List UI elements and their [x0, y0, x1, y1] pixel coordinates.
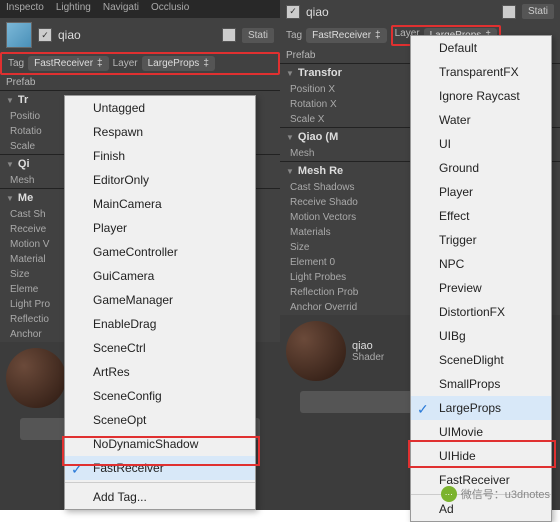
layer-menu-item[interactable]: Preview [411, 276, 551, 300]
check-icon: ✓ [417, 401, 429, 418]
layer-menu-item[interactable]: Trigger [411, 228, 551, 252]
layer-menu-item[interactable]: SceneDlight [411, 348, 551, 372]
tag-menu-item[interactable]: ArtRes [65, 360, 255, 384]
layer-menu-item[interactable]: Effect [411, 204, 551, 228]
layer-menu-item[interactable]: UIBg [411, 324, 551, 348]
material-preview [286, 321, 346, 381]
tag-menu: UntaggedRespawnFinishEditorOnlyMainCamer… [64, 95, 256, 510]
material-preview [6, 348, 66, 408]
tab-inspector[interactable]: Inspecto [0, 0, 50, 18]
tag-menu-item[interactable]: GameManager [65, 288, 255, 312]
layer-menu-item[interactable]: UI [411, 132, 551, 156]
tab-row: Inspecto Lighting Navigati Occlusio [0, 0, 280, 18]
object-header: ✓ qiao Stati [280, 0, 560, 23]
layer-menu-item[interactable]: Player [411, 180, 551, 204]
tag-menu-item[interactable]: Respawn [65, 120, 255, 144]
layer-menu: DefaultTransparentFXIgnore RaycastWaterU… [410, 35, 552, 522]
wechat-icon: ⋯ [441, 486, 457, 502]
tag-dropdown[interactable]: FastReceiver‡ [28, 56, 108, 71]
object-header: ✓ qiao Stati [0, 18, 280, 52]
chevron-down-icon: ‡ [97, 58, 103, 69]
tag-label: Tag [286, 30, 302, 41]
layer-menu-item[interactable]: SmallProps [411, 372, 551, 396]
prefab-label: Prefab [286, 50, 315, 61]
tag-menu-item[interactable]: EnableDrag [65, 312, 255, 336]
chevron-down-icon: ‡ [375, 30, 381, 41]
tag-dropdown[interactable]: FastReceiver‡ [306, 28, 386, 43]
gameobject-icon [6, 22, 32, 48]
right-inspector-panel: ✓ qiao Stati Tag FastReceiver‡ Layer Lar… [280, 0, 560, 510]
tag-menu-item[interactable]: GameController [65, 240, 255, 264]
tab-lighting[interactable]: Lighting [50, 0, 97, 18]
static-dropdown[interactable]: Stati [522, 4, 554, 19]
shader-label[interactable]: Shader [352, 352, 384, 363]
static-checkbox[interactable] [502, 5, 516, 19]
layer-menu-item[interactable]: UIMovie [411, 420, 551, 444]
add-tag-item[interactable]: Add Tag... [65, 485, 255, 509]
tag-menu-item[interactable]: Finish [65, 144, 255, 168]
layer-menu-item[interactable]: Ground [411, 156, 551, 180]
layer-menu-item[interactable]: TransparentFX [411, 60, 551, 84]
layer-menu-item[interactable]: ✓LargeProps [411, 396, 551, 420]
prefab-label: Prefab [6, 77, 35, 88]
static-checkbox[interactable] [222, 28, 236, 42]
tag-menu-item[interactable]: MainCamera [65, 192, 255, 216]
check-icon: ✓ [71, 461, 83, 478]
layer-menu-item[interactable]: DistortionFX [411, 300, 551, 324]
layer-menu-item[interactable]: Water [411, 108, 551, 132]
tag-menu-item[interactable]: NoDynamicShadow [65, 432, 255, 456]
layer-menu-item[interactable]: NPC [411, 252, 551, 276]
tag-label: Tag [8, 58, 24, 69]
layer-menu-item[interactable]: Default [411, 36, 551, 60]
tag-layer-row: Tag FastReceiver‡ Layer LargeProps‡ [0, 52, 280, 75]
tag-menu-item[interactable]: SceneOpt [65, 408, 255, 432]
prefab-row: Prefab [0, 75, 280, 90]
tag-menu-item[interactable]: SceneCtrl [65, 336, 255, 360]
object-name[interactable]: qiao [58, 28, 216, 42]
left-inspector-panel: Inspecto Lighting Navigati Occlusio ✓ qi… [0, 0, 280, 510]
layer-menu-item[interactable]: UIHide [411, 444, 551, 468]
tag-menu-item[interactable]: ✓FastReceiver [65, 456, 255, 480]
active-checkbox[interactable]: ✓ [286, 5, 300, 19]
material-name: qiao [352, 340, 384, 352]
tag-menu-item[interactable]: GuiCamera [65, 264, 255, 288]
watermark: ⋯ 微信号：u3dnotes [441, 486, 550, 502]
tag-menu-item[interactable]: SceneConfig [65, 384, 255, 408]
tab-navigation[interactable]: Navigati [97, 0, 145, 18]
tag-menu-item[interactable]: Player [65, 216, 255, 240]
layer-menu-item[interactable]: Ignore Raycast [411, 84, 551, 108]
active-checkbox[interactable]: ✓ [38, 28, 52, 42]
tag-menu-item[interactable]: Untagged [65, 96, 255, 120]
layer-label: Layer [113, 58, 138, 69]
chevron-down-icon: ‡ [203, 58, 209, 69]
object-name[interactable]: qiao [306, 5, 496, 19]
tab-occlusion[interactable]: Occlusio [145, 0, 195, 18]
static-dropdown[interactable]: Stati [242, 28, 274, 43]
tag-menu-item[interactable]: EditorOnly [65, 168, 255, 192]
layer-dropdown[interactable]: LargeProps‡ [142, 56, 215, 71]
